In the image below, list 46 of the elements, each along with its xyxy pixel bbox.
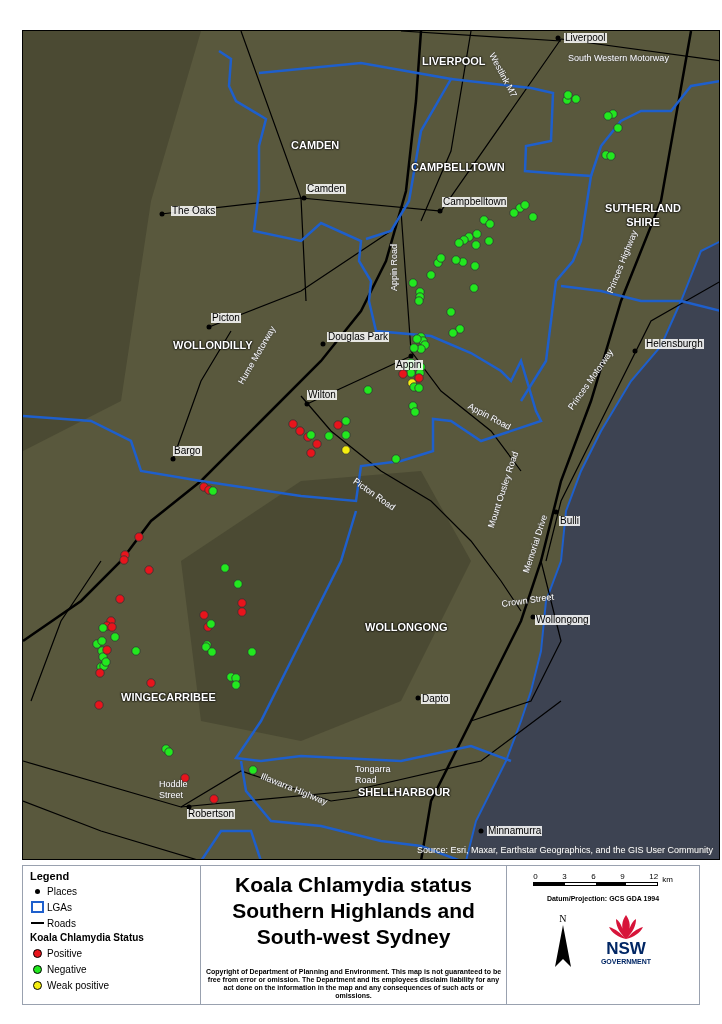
town-label: Campbelltown <box>442 197 508 207</box>
legend-label: Negative <box>47 962 87 977</box>
town-label: Helensburgh <box>645 339 704 349</box>
legend-label: Weak positive <box>47 978 110 993</box>
town-label: Picton <box>211 313 241 323</box>
north-label: N <box>559 913 567 925</box>
scale-unit: km <box>662 874 673 886</box>
legend-title: Legend <box>30 869 71 883</box>
road-label: South Western Motorway <box>568 53 669 65</box>
road-label: Mount Ousley Road <box>486 450 522 530</box>
lga-label: WOLLONGONG <box>365 621 448 635</box>
town-label: Douglas Park <box>327 332 390 342</box>
town-label: Appin <box>395 360 423 370</box>
legend-subtitle: Koala Chlamydia Status <box>30 931 145 945</box>
legend-label: Roads <box>47 916 76 931</box>
scale-tick-label: 12 <box>649 872 659 882</box>
lga-label: WOLLONDILLY <box>173 339 253 351</box>
town-label: Robertson <box>187 809 236 819</box>
legend-label: Positive <box>47 946 82 961</box>
town-label: Minnamurra <box>487 826 543 836</box>
lga-label: LIVERPOOL <box>422 55 486 69</box>
logo-wordmark: NSW <box>606 940 646 957</box>
lga-label: SUTHERLAND SHIRE <box>604 202 682 230</box>
town-label: Bulli <box>559 516 580 526</box>
road-label: Appin Road <box>389 243 400 291</box>
road-label: Crown Street <box>501 591 555 611</box>
legend-label: LGAs <box>47 900 72 915</box>
town-label: Liverpool <box>564 33 607 43</box>
town-label: Dapto <box>421 694 450 704</box>
scale-tick-label: 0 <box>533 872 538 882</box>
town-label: The Oaks <box>171 206 217 216</box>
scale-tick-label: 9 <box>620 872 625 882</box>
map-title: Koala Chlamydia status Southern Highlands and South-west Sydney <box>231 872 476 950</box>
lga-label: SHELLHARBOUR <box>358 786 451 800</box>
scale-tick-label: 3 <box>562 872 567 882</box>
road-label: Appin Road <box>465 401 513 433</box>
lga-label: CAMDEN <box>291 139 340 153</box>
road-label: Hoddle Street <box>159 779 189 802</box>
town-label: Wilton <box>307 390 337 400</box>
road-label: Tongarra Road <box>355 764 392 787</box>
town-label: Wollongong <box>535 615 590 625</box>
town-label: Camden <box>306 184 346 194</box>
lga-label: WINGECARRIBEE <box>121 691 216 705</box>
legend-label: Places <box>47 884 77 899</box>
town-label: Bargo <box>173 446 202 456</box>
scale-tick-label: 6 <box>591 872 596 882</box>
